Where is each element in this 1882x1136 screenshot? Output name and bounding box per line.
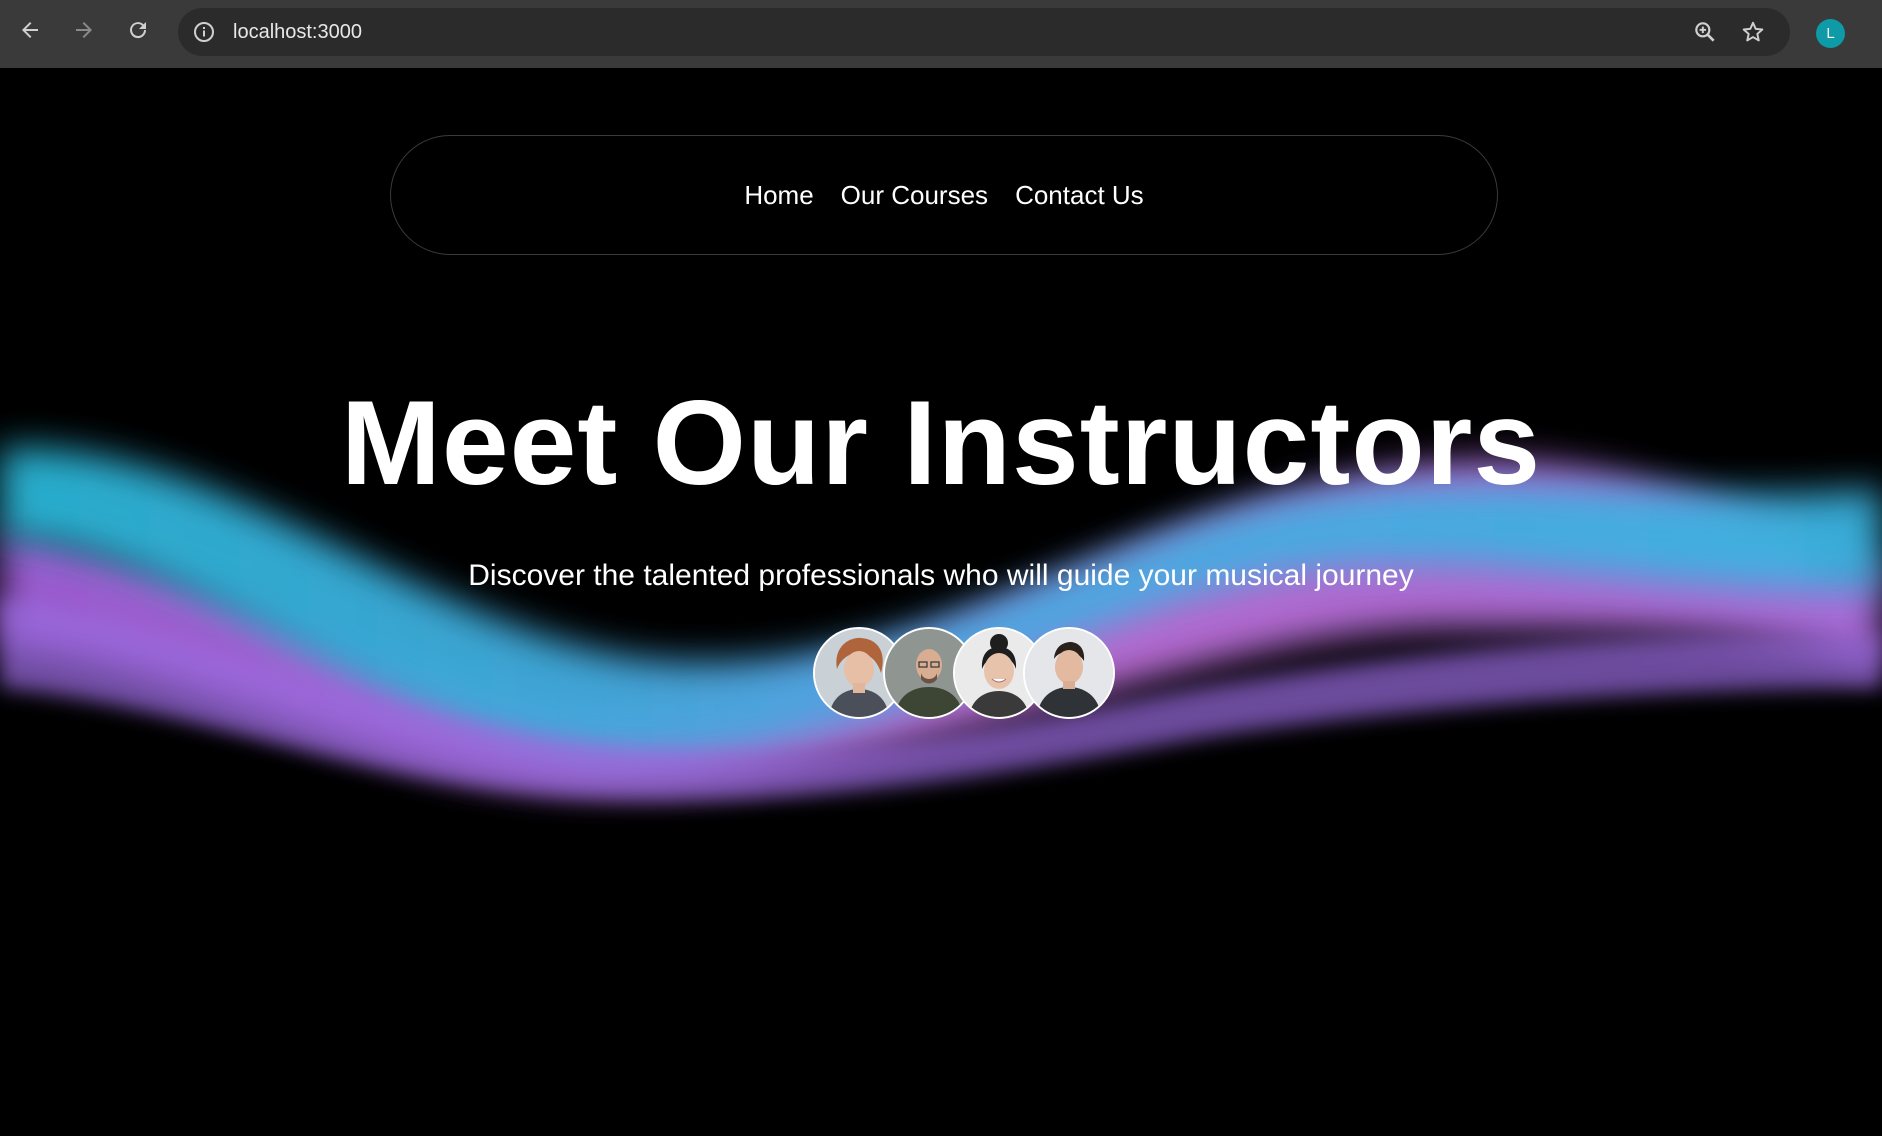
info-icon[interactable] — [192, 20, 216, 44]
star-icon[interactable] — [1740, 19, 1766, 45]
address-bar[interactable]: localhost:3000 — [178, 8, 1790, 56]
back-arrow-icon[interactable] — [16, 16, 44, 44]
instructor-avatar-4[interactable] — [1023, 627, 1115, 719]
hero-title: Meet Our Instructors — [340, 376, 1542, 510]
main-navbar: Home Our Courses Contact Us — [390, 135, 1498, 255]
zoom-icon[interactable] — [1692, 19, 1718, 45]
page-viewport: Home Our Courses Contact Us Meet Our Ins… — [0, 68, 1882, 1136]
nav-our-courses-link[interactable]: Our Courses — [841, 180, 988, 211]
nav-home-link[interactable]: Home — [744, 180, 813, 211]
browser-toolbar: localhost:3000 L — [0, 0, 1882, 68]
url-text[interactable]: localhost:3000 — [233, 20, 362, 44]
profile-avatar[interactable]: L — [1816, 19, 1845, 48]
nav-contact-us-link[interactable]: Contact Us — [1015, 180, 1144, 211]
instructor-avatars — [813, 627, 1115, 719]
reload-icon[interactable] — [124, 16, 152, 44]
forward-arrow-icon[interactable] — [70, 16, 98, 44]
hero-subtitle: Discover the talented professionals who … — [468, 559, 1414, 592]
